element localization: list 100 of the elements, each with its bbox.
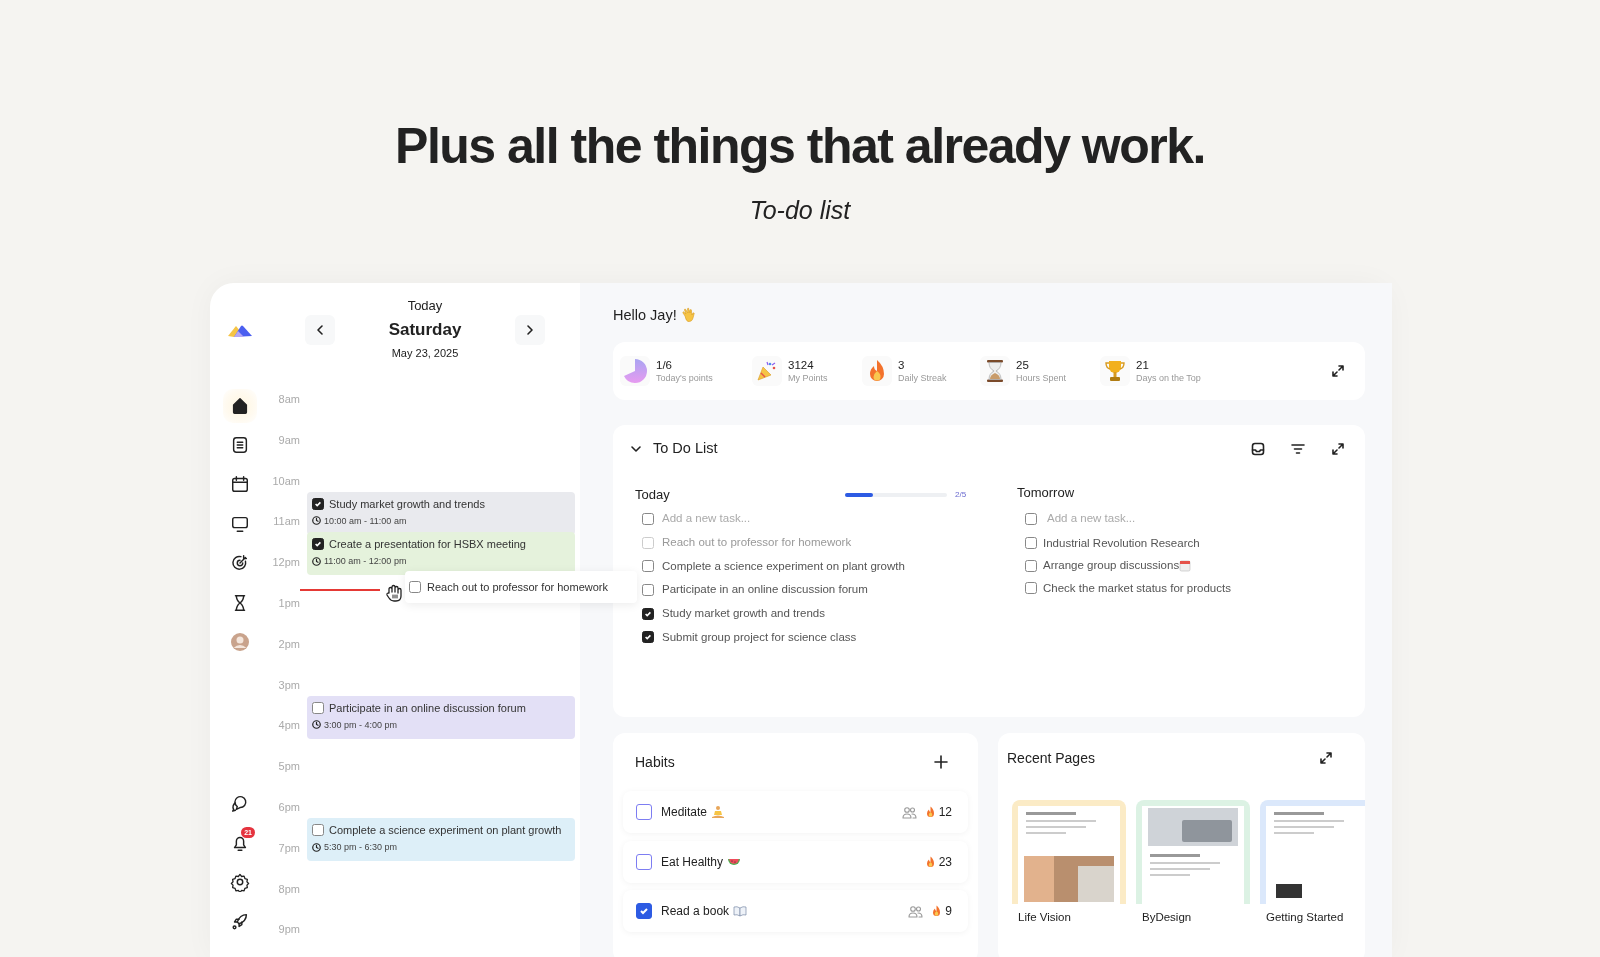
habit-name: Read a book: [661, 903, 730, 920]
checkbox[interactable]: [636, 853, 652, 870]
next-day-button[interactable]: [515, 315, 545, 345]
meditating-person-icon: [711, 805, 726, 819]
clock-icon: [312, 556, 321, 566]
calendar-event[interactable]: Study market growth and trends 10:00 am - 11:00 am: [307, 491, 575, 535]
page-title: Life Vision: [1017, 910, 1072, 925]
time-label: 9am: [277, 432, 300, 448]
checkbox[interactable]: [1025, 559, 1037, 572]
sidebar-item[interactable]: [223, 388, 257, 423]
task-text: Industrial Revolution Research: [1043, 535, 1200, 551]
checkbox[interactable]: [642, 583, 654, 596]
new-task-field[interactable]: Add a new task...: [1047, 510, 1297, 528]
pie-chart-icon: [622, 358, 648, 384]
fire-icon: [924, 806, 936, 818]
progress-count: 2/5: [955, 489, 967, 501]
checkbox[interactable]: [642, 512, 654, 525]
column-title: Tomorrow: [1017, 484, 1076, 503]
time-label: 9pm: [277, 922, 300, 938]
chevron-left-icon: [314, 324, 326, 336]
notes-icon: [230, 435, 250, 456]
time-label: 11am: [272, 514, 300, 530]
event-time: 3:00 pm - 4:00 pm: [324, 718, 398, 731]
hourglass-icon: [985, 359, 1005, 383]
checkbox[interactable]: [312, 701, 324, 714]
inbox-icon: [1251, 442, 1265, 456]
streak-count: 12: [938, 804, 952, 821]
grab-hand-icon[interactable]: [385, 582, 403, 603]
card-title: Recent Pages: [1007, 748, 1095, 768]
expand-icon: [1332, 443, 1344, 455]
calendar-icon: [1179, 559, 1192, 572]
filter-icon: [1291, 442, 1305, 456]
date-label: May 23, 2025: [390, 346, 460, 361]
checkmark-icon: [644, 609, 652, 618]
waving-hand-icon: [680, 307, 697, 323]
clock-icon: [312, 516, 321, 526]
page-title: ByDesign: [1141, 910, 1193, 925]
trophy-icon: [1104, 359, 1126, 383]
task-text: Reach out to professor for homework: [427, 579, 608, 595]
checkbox[interactable]: [636, 804, 652, 820]
calendar-event[interactable]: Participate in an online discussion forum 3:00 pm - 4:00 pm: [307, 695, 575, 739]
clock-icon: [312, 842, 321, 852]
streak-count: 23: [938, 853, 952, 871]
stat-value: 3: [898, 358, 906, 372]
page-title: Getting Started: [1265, 910, 1345, 925]
fire-icon: [931, 905, 943, 917]
stat-label: Days on the Top: [1136, 372, 1201, 384]
today-label: Today: [406, 297, 444, 315]
checkbox[interactable]: [312, 824, 324, 836]
checkbox[interactable]: [1025, 582, 1037, 595]
checkbox[interactable]: [642, 607, 654, 620]
calendar-event[interactable]: Complete a science experiment on plant growth 5:30 pm - 6:30 pm: [307, 818, 575, 861]
plus-icon: [934, 755, 948, 769]
time-label: 3pm: [277, 677, 300, 693]
checkbox[interactable]: [642, 631, 654, 644]
stat-value: 25: [1016, 358, 1030, 372]
headline: Plus all the things that already work.: [394, 117, 1206, 176]
calendar-event[interactable]: Create a presentation for HSBX meeting 11:00 am - 12:00 pm: [307, 532, 575, 576]
expand-icon: [1320, 752, 1332, 764]
event-title: Create a presentation for HSBX meeting: [329, 537, 526, 552]
checkbox[interactable]: [312, 497, 324, 510]
checkbox[interactable]: [409, 581, 421, 594]
home-icon: [230, 395, 250, 416]
settings-icon: [230, 872, 250, 893]
new-task-field[interactable]: Add a new task...: [662, 510, 912, 528]
checkbox[interactable]: [642, 560, 654, 573]
stat-value: 3124: [788, 358, 815, 372]
subtitle: To-do list: [748, 195, 852, 226]
time-label: 2pm: [277, 636, 300, 652]
greeting-text: Hello Jay!: [613, 306, 677, 325]
column-title: Today: [635, 486, 671, 505]
previous-day-button[interactable]: [305, 315, 335, 345]
checkbox[interactable]: [312, 538, 324, 551]
chevron-down-icon: [630, 443, 642, 455]
habit-row[interactable]: Read a book 9: [623, 890, 968, 932]
checkbox[interactable]: [1025, 537, 1037, 550]
habit-row[interactable]: Eat Healthy 23: [623, 840, 968, 883]
streak-count: 9: [945, 903, 952, 920]
checkbox[interactable]: [636, 903, 652, 919]
time-label: 12pm: [271, 555, 300, 571]
stat-label: Today's points: [656, 372, 713, 384]
time-label: 5pm: [277, 759, 300, 775]
habit-row[interactable]: Meditate 12: [623, 791, 968, 833]
avatar-icon: [231, 632, 249, 651]
event-title: Participate in an online discussion forum: [329, 700, 526, 715]
open-book-icon: [733, 904, 748, 918]
task-text: Submit group project for science class: [662, 629, 857, 645]
dragged-task-card[interactable]: Reach out to professor for homework: [405, 571, 637, 604]
time-label: 4pm: [277, 718, 300, 734]
stat-label: Daily Streak: [898, 372, 947, 384]
time-label: 6pm: [277, 799, 300, 815]
chevron-right-icon: [524, 324, 536, 336]
checkmark-icon: [639, 906, 649, 916]
time-label: 1pm: [277, 596, 300, 611]
time-label: 8am: [277, 392, 300, 407]
checkbox[interactable]: [1025, 513, 1037, 525]
expand-icon: [1332, 365, 1344, 377]
checkmark-icon: [644, 633, 652, 642]
checkmark-icon: [314, 499, 322, 508]
stat-label: Hours Spent: [1016, 372, 1067, 384]
